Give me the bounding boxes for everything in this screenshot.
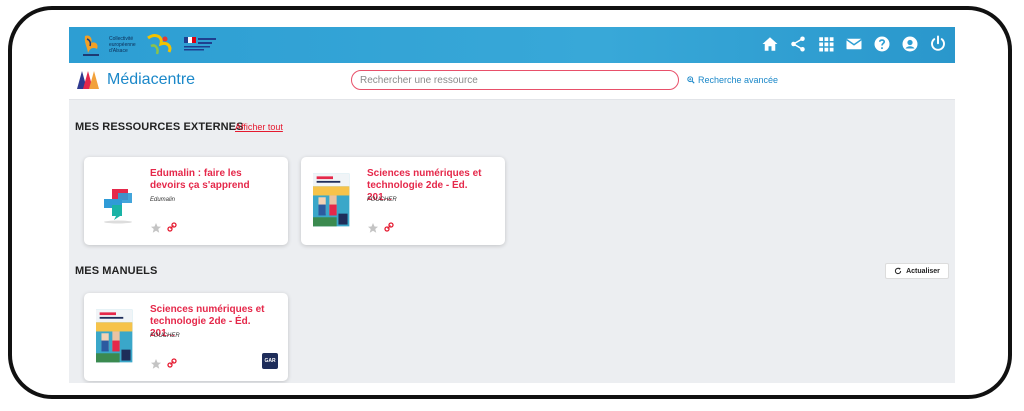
- link-icon[interactable]: [166, 221, 178, 233]
- home-icon[interactable]: [761, 35, 779, 53]
- advanced-search-label: Recherche avancée: [698, 75, 779, 85]
- card-title[interactable]: Edumalin : faire les devoirs ça s'appren…: [150, 168, 278, 192]
- book-cover-thumbnail: [313, 173, 350, 227]
- manuals-heading: MES MANUELS: [75, 265, 158, 277]
- ent-logo: [147, 34, 172, 55]
- logout-icon[interactable]: [929, 35, 947, 53]
- mail-icon[interactable]: [845, 35, 863, 53]
- share-icon[interactable]: [789, 35, 807, 53]
- top-bar: Collectivité européenne d'Alsace: [69, 27, 955, 63]
- refresh-icon: [894, 267, 902, 275]
- link-icon[interactable]: [383, 221, 395, 233]
- republique-logo: [184, 37, 216, 51]
- alsace-logo: [83, 35, 99, 56]
- mediacentre-app: Collectivité européenne d'Alsace Médiace…: [69, 27, 955, 383]
- sub-header: Médiacentre Recherche avancée: [69, 63, 955, 100]
- advanced-search-link[interactable]: Recherche avancée: [687, 75, 778, 85]
- external-resources-heading: MES RESSOURCES EXTERNES: [75, 121, 244, 133]
- refresh-label: Actualiser: [906, 267, 940, 275]
- app-title: Médiacentre: [107, 71, 196, 88]
- top-bar-actions: [761, 35, 947, 53]
- edumalin-thumbnail: [104, 189, 132, 224]
- resource-card-snt[interactable]: Sciences numériques et technologie 2de -…: [301, 157, 505, 245]
- institution-logos: Collectivité européenne d'Alsace: [81, 31, 219, 59]
- help-icon[interactable]: [873, 35, 891, 53]
- alsace-logo-caption: Collectivité européenne d'Alsace: [109, 36, 136, 54]
- favorite-star-icon[interactable]: [367, 222, 379, 234]
- favorite-star-icon[interactable]: [150, 222, 162, 234]
- card-publisher: FOUCHER: [367, 197, 397, 203]
- resource-card-edumalin[interactable]: Edumalin : faire les devoirs ça s'appren…: [84, 157, 288, 245]
- mediacentre-brand[interactable]: Médiacentre: [75, 69, 195, 91]
- link-icon[interactable]: [166, 357, 178, 369]
- account-icon[interactable]: [901, 35, 919, 53]
- gar-badge: GAR: [262, 353, 278, 369]
- refresh-button[interactable]: Actualiser: [885, 263, 949, 279]
- favorite-star-icon[interactable]: [150, 358, 162, 370]
- card-publisher: Edumalin: [150, 197, 176, 203]
- search-input[interactable]: [351, 70, 679, 90]
- book-cover-thumbnail: [96, 309, 133, 363]
- card-publisher: FOUCHER: [150, 333, 180, 339]
- zoom-icon: [687, 76, 695, 84]
- mediacentre-logo-icon: [77, 71, 99, 89]
- manual-card-snt[interactable]: Sciences numériques et technologie 2de -…: [84, 293, 288, 381]
- show-all-link[interactable]: Afficher tout: [235, 122, 283, 132]
- apps-grid-icon[interactable]: [817, 35, 835, 53]
